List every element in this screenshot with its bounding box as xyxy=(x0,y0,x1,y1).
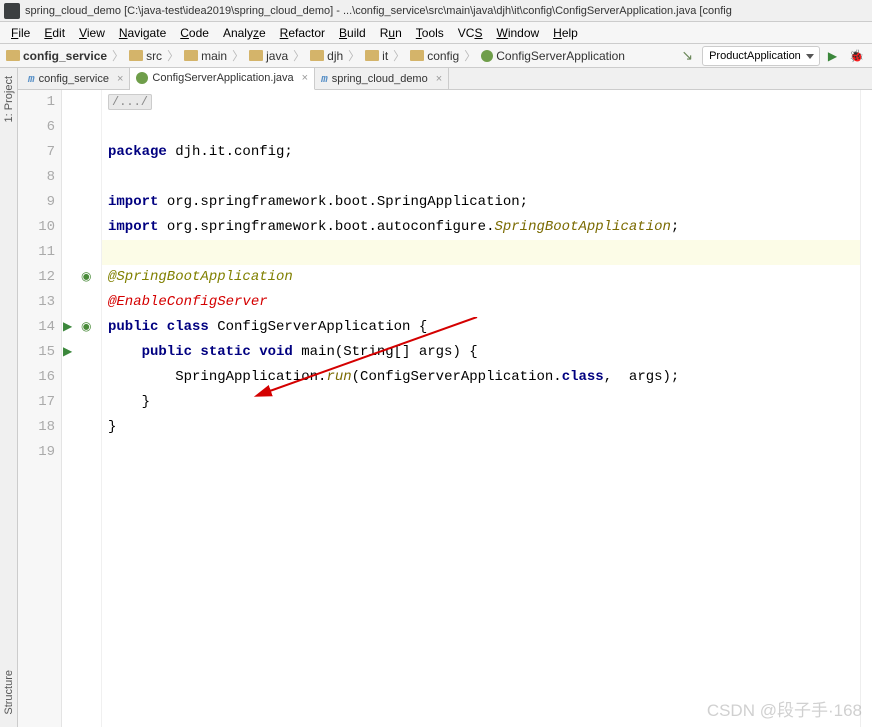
icon-gutter: ◉ ◉ ▶ ▶ xyxy=(62,90,102,727)
crumb-src[interactable]: src xyxy=(127,49,164,63)
build-icon[interactable]: ↘ xyxy=(676,47,698,64)
menu-code[interactable]: Code xyxy=(173,24,216,42)
menu-help[interactable]: Help xyxy=(546,24,585,42)
folder-icon xyxy=(184,50,198,61)
crumb-sep: 〉 xyxy=(390,47,408,64)
crumb-sep: 〉 xyxy=(345,47,363,64)
crumb-sep: 〉 xyxy=(461,47,479,64)
menu-tools[interactable]: Tools xyxy=(409,24,451,42)
side-tab-structure[interactable]: Structure xyxy=(3,666,15,719)
crumb-sep: 〉 xyxy=(164,47,182,64)
side-tool-strip: 1: Project Structure xyxy=(0,68,18,727)
close-icon[interactable]: × xyxy=(302,72,308,84)
crumb-config[interactable]: config xyxy=(408,49,461,63)
editor-tabs: m config_service × ConfigServerApplicati… xyxy=(18,68,872,90)
window-title: spring_cloud_demo [C:\java-test\idea2019… xyxy=(25,5,732,17)
menu-navigate[interactable]: Navigate xyxy=(112,24,173,42)
maven-icon: m xyxy=(321,72,328,85)
crumb-main[interactable]: main xyxy=(182,49,229,63)
menu-file[interactable]: File xyxy=(4,24,37,42)
app-icon xyxy=(4,3,20,19)
crumb-djh[interactable]: djh xyxy=(308,49,345,63)
folder-icon xyxy=(129,50,143,61)
folder-icon xyxy=(6,50,20,61)
folder-icon xyxy=(410,50,424,61)
crumb-it[interactable]: it xyxy=(363,49,390,63)
tab-spring_cloud_demo[interactable]: m spring_cloud_demo × xyxy=(315,68,449,90)
line-gutter: 1 6 7 8 9 10 11 12 13 14 15 16 17 18 19 xyxy=(18,90,62,727)
code-area[interactable]: /.../ package djh.it.config; import org.… xyxy=(102,90,860,727)
run-line-icon[interactable]: ▶ xyxy=(63,319,79,335)
tab-config_service[interactable]: m config_service × xyxy=(22,68,130,90)
crumb-sep: 〉 xyxy=(109,47,127,64)
close-icon[interactable]: × xyxy=(436,73,442,85)
crumb-sep: 〉 xyxy=(290,47,308,64)
menu-analyze[interactable]: Analyze xyxy=(216,24,273,42)
spring-icon[interactable]: ◉ xyxy=(81,319,97,335)
menu-window[interactable]: Window xyxy=(489,24,546,42)
folder-icon xyxy=(249,50,263,61)
menu-bar: File Edit View Navigate Code Analyze Ref… xyxy=(0,22,872,44)
crumb-class[interactable]: ConfigServerApplication xyxy=(479,49,627,63)
tab-configserverapplication[interactable]: ConfigServerApplication.java × xyxy=(130,68,315,90)
run-config-select[interactable]: ProductApplication xyxy=(702,46,820,66)
side-tab-project[interactable]: 1: Project xyxy=(3,72,15,126)
run-config-label: ProductApplication xyxy=(709,50,801,62)
editor[interactable]: 1 6 7 8 9 10 11 12 13 14 15 16 17 18 19 … xyxy=(18,90,872,727)
crumb-sep: 〉 xyxy=(229,47,247,64)
debug-button[interactable]: 🐞 xyxy=(845,49,868,63)
menu-refactor[interactable]: Refactor xyxy=(273,24,332,42)
menu-edit[interactable]: Edit xyxy=(37,24,72,42)
class-icon xyxy=(481,50,493,62)
crumb-config_service[interactable]: config_service xyxy=(4,49,109,63)
watermark: CSDN @段子手·168 xyxy=(707,696,862,721)
spring-icon[interactable]: ◉ xyxy=(81,269,97,285)
error-stripe[interactable] xyxy=(860,90,872,727)
run-button[interactable]: ▶ xyxy=(824,49,841,63)
menu-run[interactable]: Run xyxy=(373,24,409,42)
menu-vcs[interactable]: VCS xyxy=(451,24,490,42)
folder-icon xyxy=(310,50,324,61)
menu-view[interactable]: View xyxy=(72,24,112,42)
maven-icon: m xyxy=(28,72,35,85)
breadcrumb-bar: config_service 〉 src 〉 main 〉 java 〉 djh… xyxy=(0,44,872,68)
folder-icon xyxy=(365,50,379,61)
menu-build[interactable]: Build xyxy=(332,24,373,42)
close-icon[interactable]: × xyxy=(117,73,123,85)
fold-placeholder[interactable]: /.../ xyxy=(108,94,152,110)
class-icon xyxy=(136,72,148,84)
run-line-icon[interactable]: ▶ xyxy=(63,344,79,360)
window-title-bar: spring_cloud_demo [C:\java-test\idea2019… xyxy=(0,0,872,22)
crumb-java[interactable]: java xyxy=(247,49,290,63)
